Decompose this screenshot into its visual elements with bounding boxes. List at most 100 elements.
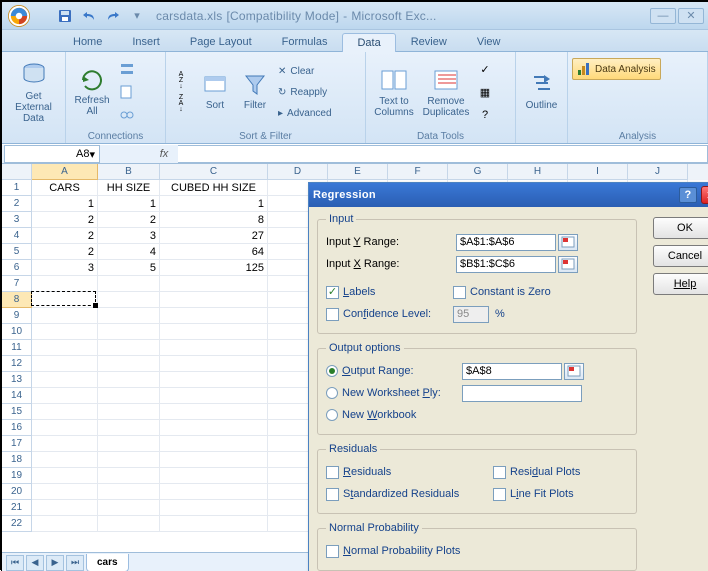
- undo-button[interactable]: [78, 6, 100, 26]
- reapply-filter-button[interactable]: ↻ Reapply: [276, 82, 334, 102]
- sort-az-button[interactable]: AZ↓: [170, 70, 192, 92]
- sheet-nav-last[interactable]: ⏭: [66, 555, 84, 571]
- row-header-20[interactable]: 20: [2, 484, 32, 500]
- sort-za-button[interactable]: ZA↓: [170, 93, 192, 115]
- cell-A4[interactable]: 2: [32, 228, 98, 244]
- tab-view[interactable]: View: [462, 32, 516, 51]
- row-header-21[interactable]: 21: [2, 500, 32, 516]
- advanced-filter-button[interactable]: ▸ Advanced: [276, 103, 334, 123]
- ok-button[interactable]: OK: [653, 217, 708, 239]
- get-external-data-button[interactable]: Get External Data: [6, 59, 61, 125]
- minimize-button[interactable]: —: [650, 8, 676, 24]
- sheet-nav-first[interactable]: ⏮: [6, 555, 24, 571]
- select-all-corner[interactable]: [2, 164, 32, 180]
- cell-B2[interactable]: 1: [98, 196, 160, 212]
- std-residuals-checkbox[interactable]: [326, 488, 339, 501]
- data-analysis-button[interactable]: Data Analysis: [572, 58, 661, 80]
- row-header-3[interactable]: 3: [2, 212, 32, 228]
- row-header-9[interactable]: 9: [2, 308, 32, 324]
- row-header-2[interactable]: 2: [2, 196, 32, 212]
- labels-checkbox[interactable]: [326, 286, 339, 299]
- col-header-A[interactable]: A: [32, 164, 98, 180]
- normal-prob-checkbox[interactable]: [326, 545, 339, 558]
- close-button[interactable]: ✕: [678, 8, 704, 24]
- y-range-picker[interactable]: [558, 234, 578, 251]
- row-header-11[interactable]: 11: [2, 340, 32, 356]
- tab-insert[interactable]: Insert: [117, 32, 175, 51]
- outline-button[interactable]: Outline: [520, 59, 563, 125]
- row-header-14[interactable]: 14: [2, 388, 32, 404]
- cell-A1[interactable]: CARS: [32, 180, 98, 196]
- row-header-17[interactable]: 17: [2, 436, 32, 452]
- connections-button[interactable]: [116, 58, 138, 80]
- whatif-button[interactable]: ?: [474, 104, 496, 126]
- cell-C3[interactable]: 8: [160, 212, 268, 228]
- consolidate-button[interactable]: ▦: [474, 81, 496, 103]
- output-range-picker[interactable]: [564, 363, 584, 380]
- new-worksheet-input[interactable]: [462, 385, 582, 402]
- row-header-13[interactable]: 13: [2, 372, 32, 388]
- col-header-G[interactable]: G: [448, 164, 508, 180]
- row-header-4[interactable]: 4: [2, 228, 32, 244]
- cell-C5[interactable]: 64: [160, 244, 268, 260]
- row-header-22[interactable]: 22: [2, 516, 32, 532]
- cell-B5[interactable]: 4: [98, 244, 160, 260]
- row-header-10[interactable]: 10: [2, 324, 32, 340]
- row-header-16[interactable]: 16: [2, 420, 32, 436]
- edit-links-button[interactable]: [116, 104, 138, 126]
- tab-data[interactable]: Data: [342, 33, 395, 52]
- output-range-radio[interactable]: [326, 365, 338, 377]
- col-header-D[interactable]: D: [268, 164, 328, 180]
- cell-A6[interactable]: 3: [32, 260, 98, 276]
- cell-A3[interactable]: 2: [32, 212, 98, 228]
- row-header-1[interactable]: 1: [2, 180, 32, 196]
- save-button[interactable]: [54, 6, 76, 26]
- properties-button[interactable]: [116, 81, 138, 103]
- row-header-6[interactable]: 6: [2, 260, 32, 276]
- col-header-C[interactable]: C: [160, 164, 268, 180]
- col-header-F[interactable]: F: [388, 164, 448, 180]
- cell-A5[interactable]: 2: [32, 244, 98, 260]
- cell-C2[interactable]: 1: [160, 196, 268, 212]
- column-headers[interactable]: ABCDEFGHIJ: [32, 164, 708, 180]
- constant-zero-checkbox[interactable]: [453, 286, 466, 299]
- confidence-checkbox[interactable]: [326, 308, 339, 321]
- cell-C4[interactable]: 27: [160, 228, 268, 244]
- sheet-nav-prev[interactable]: ◀: [26, 555, 44, 571]
- dialog-titlebar[interactable]: Regression ? ✕: [309, 183, 708, 207]
- data-validation-button[interactable]: ✓: [474, 58, 496, 80]
- cell-B1[interactable]: HH SIZE: [98, 180, 160, 196]
- name-box[interactable]: A8 ▾: [4, 145, 100, 163]
- tab-home[interactable]: Home: [58, 32, 117, 51]
- col-header-J[interactable]: J: [628, 164, 688, 180]
- filter-button[interactable]: Filter: [236, 59, 274, 125]
- cell-B6[interactable]: 5: [98, 260, 160, 276]
- output-range-input[interactable]: [462, 363, 562, 380]
- row-header-19[interactable]: 19: [2, 468, 32, 484]
- x-range-input[interactable]: [456, 256, 556, 273]
- row-header-5[interactable]: 5: [2, 244, 32, 260]
- row-header-18[interactable]: 18: [2, 452, 32, 468]
- row-header-12[interactable]: 12: [2, 356, 32, 372]
- row-header-7[interactable]: 7: [2, 276, 32, 292]
- residuals-checkbox[interactable]: [326, 466, 339, 479]
- tab-formulas[interactable]: Formulas: [267, 32, 343, 51]
- redo-button[interactable]: [102, 6, 124, 26]
- new-workbook-radio[interactable]: [326, 409, 338, 421]
- cell-C6[interactable]: 125: [160, 260, 268, 276]
- col-header-I[interactable]: I: [568, 164, 628, 180]
- y-range-input[interactable]: [456, 234, 556, 251]
- new-worksheet-radio[interactable]: [326, 387, 338, 399]
- x-range-picker[interactable]: [558, 256, 578, 273]
- line-fit-checkbox[interactable]: [493, 488, 506, 501]
- dialog-close-button[interactable]: ✕: [701, 186, 708, 204]
- clear-filter-button[interactable]: ✕ Clear: [276, 61, 334, 81]
- cell-B4[interactable]: 3: [98, 228, 160, 244]
- dialog-help-icon[interactable]: ?: [679, 187, 697, 203]
- refresh-all-button[interactable]: Refresh All: [70, 59, 114, 125]
- sort-button[interactable]: Sort: [196, 59, 234, 125]
- sheet-nav-next[interactable]: ▶: [46, 555, 64, 571]
- remove-duplicates-button[interactable]: Remove Duplicates: [420, 59, 472, 125]
- qat-dropdown[interactable]: ▾: [126, 6, 148, 26]
- col-header-E[interactable]: E: [328, 164, 388, 180]
